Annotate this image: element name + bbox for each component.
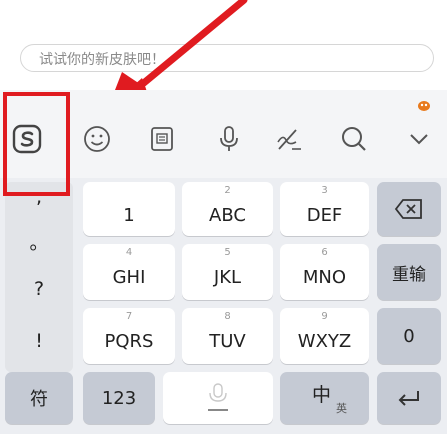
- key-1[interactable]: 1: [83, 182, 175, 236]
- backspace-icon: [377, 182, 441, 236]
- reinput-key[interactable]: 重输: [377, 244, 441, 300]
- numbers-key[interactable]: 123: [83, 372, 155, 424]
- key-def[interactable]: 3 DEF: [280, 182, 369, 236]
- key-ghi[interactable]: 4 GHI: [83, 244, 175, 300]
- key-wxyz[interactable]: 9 WXYZ: [280, 308, 369, 364]
- space-mic-icon: [163, 372, 273, 424]
- enter-icon: [377, 372, 441, 424]
- key-pqrs[interactable]: 7 PQRS: [83, 308, 175, 364]
- symbol-question[interactable]: ?: [5, 278, 73, 300]
- collapse-chevron-icon[interactable]: [402, 122, 436, 156]
- handwriting-icon[interactable]: [272, 122, 306, 156]
- language-switch-key[interactable]: 中 英: [280, 372, 369, 424]
- microphone-icon[interactable]: [212, 122, 246, 156]
- search-icon[interactable]: [337, 122, 371, 156]
- highlight-box: [3, 92, 70, 196]
- symbol-period[interactable]: 。: [5, 228, 73, 255]
- key-0[interactable]: 0: [377, 308, 441, 364]
- enter-key[interactable]: [377, 372, 441, 424]
- symbol-column[interactable]: , 。 ? !: [5, 182, 73, 372]
- emoji-icon[interactable]: [80, 122, 114, 156]
- key-mno[interactable]: 6 MNO: [280, 244, 369, 300]
- symbol-exclaim[interactable]: !: [5, 330, 73, 352]
- soft-keyboard: , 。 ? ! 1 2 ABC 3 DEF 4 GHI 5 JKL 6 MNO …: [0, 90, 447, 434]
- space-key[interactable]: [163, 372, 273, 424]
- skin-icon[interactable]: [417, 98, 431, 112]
- key-tuv[interactable]: 8 TUV: [182, 308, 273, 364]
- clipboard-icon[interactable]: [145, 122, 179, 156]
- key-jkl[interactable]: 5 JKL: [182, 244, 273, 300]
- symbols-key[interactable]: 符: [5, 372, 73, 424]
- backspace-key[interactable]: [377, 182, 441, 236]
- key-abc[interactable]: 2 ABC: [182, 182, 273, 236]
